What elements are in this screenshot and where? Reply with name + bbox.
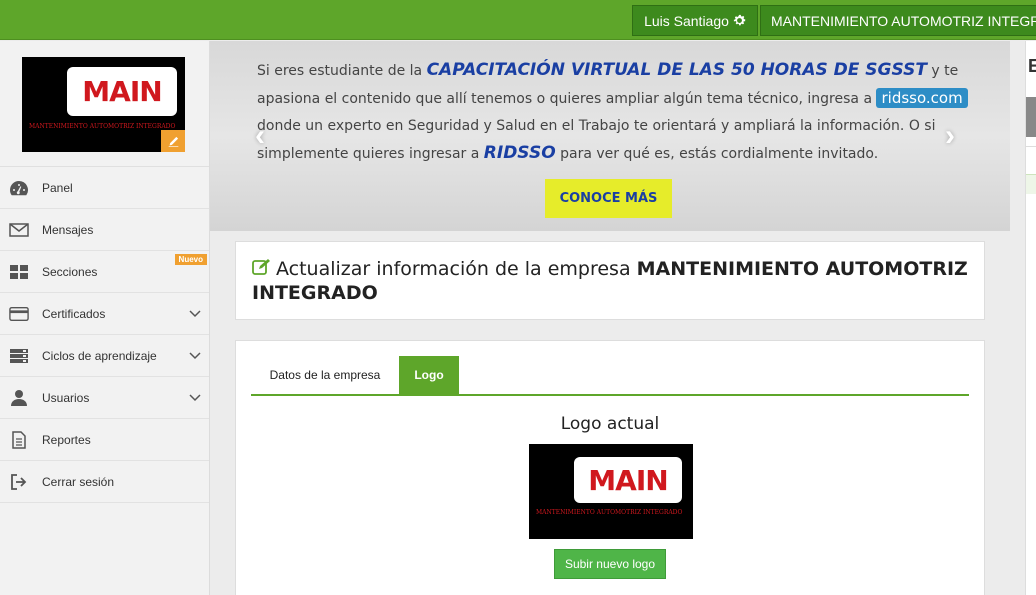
sidebar-item-mensajes[interactable]: Mensajes — [0, 209, 209, 251]
upload-logo-button[interactable]: Subir nuevo logo — [554, 549, 666, 579]
banner-text-part: Si eres estudiante de la — [257, 63, 427, 79]
company-name: MANTENIMIENTO AUTOMOTRIZ INTEGRADO — [771, 12, 1036, 29]
envelope-icon — [9, 222, 29, 237]
sidebar-item-label: Usuarios — [42, 390, 90, 405]
sidebar-item-panel[interactable]: Panel — [0, 167, 209, 209]
file-text-icon — [9, 430, 29, 449]
sidebar-item-label: Mensajes — [42, 222, 94, 237]
user-menu-button[interactable]: Luis Santiago — [632, 5, 758, 36]
carousel-next-icon[interactable]: › — [945, 119, 955, 153]
sidebar-item-label: Reportes — [42, 432, 91, 447]
edit-logo-button[interactable] — [161, 130, 185, 152]
company-logo: MAIN MANTENIMIENTO AUTOMOTRIZ INTEGRADO — [22, 57, 185, 152]
top-navbar: Luis Santiago MANTENIMIENTO AUTOMOTRIZ I… — [0, 0, 1036, 40]
gear-icon — [733, 14, 746, 26]
logo-heading: Logo actual — [560, 414, 660, 434]
sidebar-item-usuarios[interactable]: Usuarios — [0, 377, 209, 419]
carousel-prev-icon[interactable]: ‹ — [255, 119, 265, 153]
pencil-icon — [168, 136, 178, 147]
right-panel-title: E — [1028, 56, 1036, 77]
new-badge: Nuevo — [174, 254, 207, 265]
tab-logo[interactable]: Logo — [399, 356, 459, 394]
banner-highlight-course: CAPACITACIÓN VIRTUAL DE LAS 50 HORAS DE … — [426, 60, 927, 80]
chevron-down-icon — [189, 352, 201, 360]
credit-card-icon — [9, 306, 29, 322]
server-icon — [9, 348, 29, 364]
sidebar: MAIN MANTENIMIENTO AUTOMOTRIZ INTEGRADO … — [0, 41, 210, 595]
user-icon — [9, 389, 29, 407]
tabs-bar: Datos de la empresa Logo — [251, 356, 969, 396]
chevron-down-icon — [189, 394, 201, 402]
sidebar-item-label: Secciones — [42, 264, 98, 279]
right-side-panel: E — [1025, 41, 1036, 595]
dashboard-icon — [9, 180, 29, 196]
user-name: Luis Santiago — [644, 12, 729, 29]
sidebar-item-secciones[interactable]: Secciones Nuevo — [0, 251, 209, 293]
company-settings-card: Datos de la empresa Logo Logo actual MAI… — [235, 340, 985, 595]
page-title-card: Actualizar información de la empresa MAN… — [235, 241, 985, 320]
edit-icon — [252, 259, 270, 275]
tab-datos-empresa[interactable]: Datos de la empresa — [251, 356, 399, 394]
sidebar-item-label: Ciclos de aprendizaje — [42, 348, 157, 363]
logo-brand: MAIN — [67, 67, 177, 116]
logo-tagline: MANTENIMIENTO AUTOMOTRIZ INTEGRADO — [29, 123, 176, 130]
grid-icon — [9, 264, 29, 280]
sidebar-logo-section: MAIN MANTENIMIENTO AUTOMOTRIZ INTEGRADO — [0, 41, 209, 167]
sidebar-item-ciclos[interactable]: Ciclos de aprendizaje — [0, 335, 209, 377]
logo-tagline: MANTENIMIENTO AUTOMOTRIZ INTEGRADO — [536, 509, 683, 516]
ridsso-brand-link[interactable]: RIDSSO — [484, 143, 556, 163]
conoce-mas-button[interactable]: CONOCE MÁS — [545, 179, 672, 218]
promo-banner: Si eres estudiante de la CAPACITACIÓN VI… — [210, 41, 1010, 231]
sidebar-item-label: Certificados — [42, 306, 106, 321]
divider — [1026, 146, 1036, 147]
sidebar-item-cerrar-sesion[interactable]: Cerrar sesión — [0, 461, 209, 503]
ridsso-link[interactable]: ridsso.com — [876, 88, 968, 108]
logo-brand: MAIN — [574, 457, 682, 503]
company-menu-button[interactable]: MANTENIMIENTO AUTOMOTRIZ INTEGRADO — [760, 5, 1036, 36]
chevron-down-icon — [189, 310, 201, 318]
sidebar-item-reportes[interactable]: Reportes — [0, 419, 209, 461]
banner-text-part: para ver qué es, estás cordialmente invi… — [555, 146, 879, 162]
right-panel-row — [1026, 174, 1036, 194]
right-panel-header-bar — [1026, 97, 1036, 137]
page-title: Actualizar información de la empresa MAN… — [252, 257, 968, 305]
current-logo-image: MAIN MANTENIMIENTO AUTOMOTRIZ INTEGRADO — [529, 444, 693, 539]
sign-out-icon — [9, 473, 29, 490]
sidebar-item-label: Panel — [42, 180, 73, 195]
page-title-prefix: Actualizar información de la empresa — [276, 258, 637, 280]
banner-text: Si eres estudiante de la CAPACITACIÓN VI… — [257, 57, 969, 168]
sidebar-item-certificados[interactable]: Certificados — [0, 293, 209, 335]
sidebar-item-label: Cerrar sesión — [42, 474, 115, 489]
